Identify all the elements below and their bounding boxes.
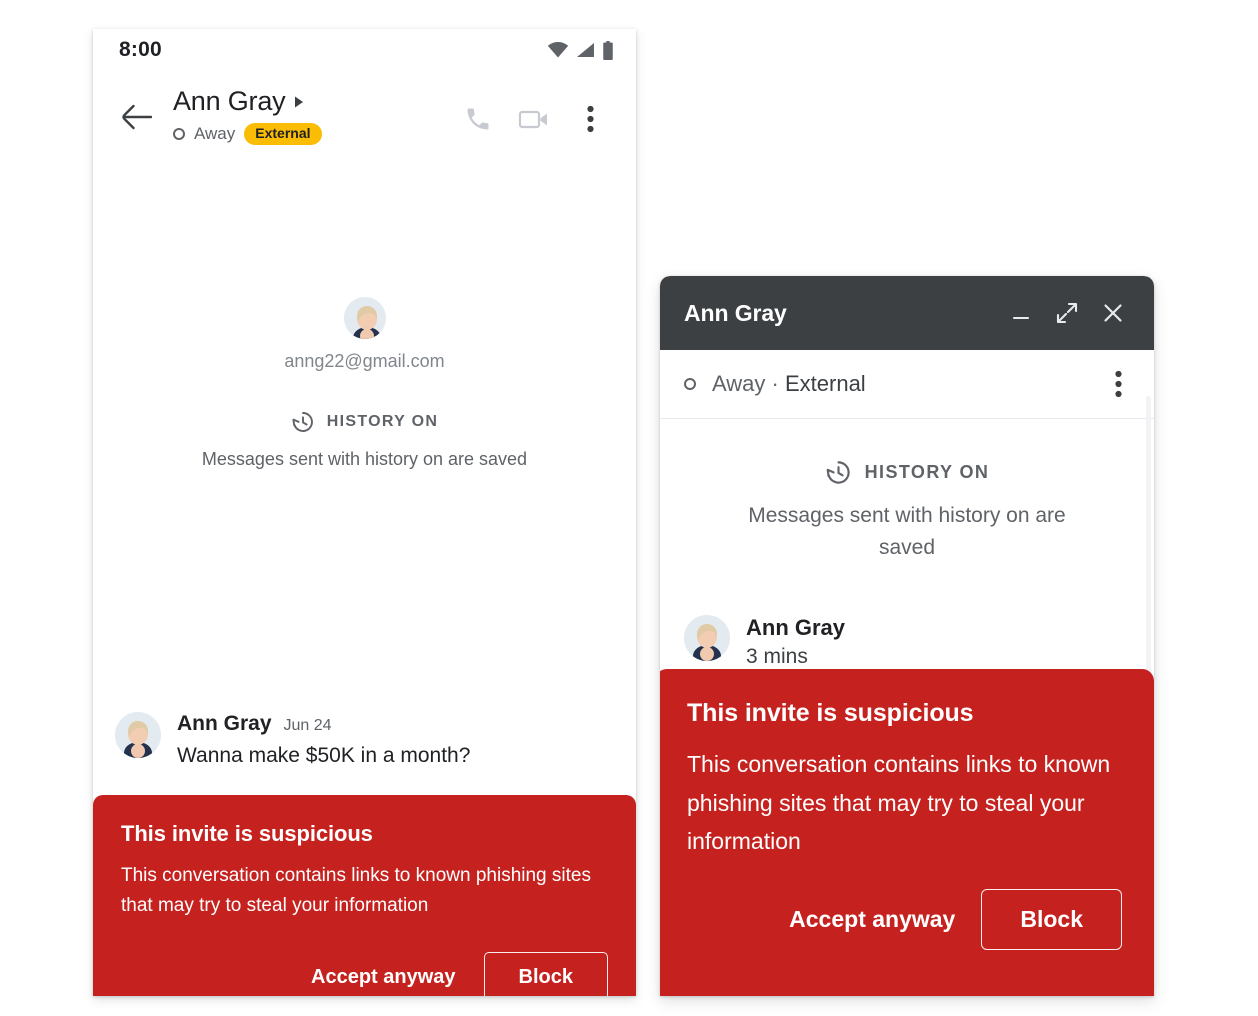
call-button[interactable] (454, 95, 502, 143)
close-button[interactable] (1092, 292, 1134, 334)
accept-anyway-button[interactable]: Accept anyway (307, 956, 460, 996)
minimize-icon (1012, 316, 1030, 320)
back-button[interactable] (115, 95, 159, 139)
away-circle-icon (684, 378, 696, 390)
mobile-header-actions (454, 85, 614, 143)
wifi-icon (547, 42, 569, 58)
avatar (684, 615, 730, 661)
window-title: Ann Gray (684, 299, 787, 326)
avatar (343, 297, 386, 340)
history-status-row: HISTORY ON (93, 410, 636, 434)
mobile-chat-panel: 8:00 Ann Gray Away External anng22@gmail… (93, 29, 636, 996)
avatar (115, 712, 161, 758)
block-button[interactable]: Block (981, 888, 1122, 950)
history-label: HISTORY ON (864, 462, 990, 482)
banner-title: This invite is suspicious (687, 699, 974, 727)
message-text: Wanna make $50K in a month? (177, 744, 471, 767)
mobile-conversation-intro: anng22@gmail.com HISTORY ON Messages sen… (93, 297, 636, 472)
caret-right-icon[interactable] (294, 95, 305, 109)
mobile-contact-block[interactable]: Ann Gray Away External (173, 85, 322, 146)
message-row: Ann Gray Jun 24 Wanna make $50K in a mon… (93, 712, 636, 768)
message-sender: Ann Gray (177, 712, 272, 735)
message-row: Ann Gray 3 mins (660, 615, 1154, 669)
back-arrow-icon (122, 104, 152, 130)
video-icon (518, 110, 547, 129)
call-icon (467, 108, 489, 130)
banner-title: This invite is suspicious (121, 821, 373, 846)
external-badge: External (784, 371, 866, 396)
mobile-header: Ann Gray Away External (93, 71, 636, 146)
block-button[interactable]: Block (483, 951, 608, 996)
away-circle-icon (173, 127, 185, 140)
desktop-titlebar: Ann Gray (660, 276, 1154, 350)
message-body: Ann Gray Jun 24 Wanna make $50K in a mon… (177, 712, 470, 768)
external-badge: External (244, 122, 322, 146)
mobile-contact-title-row: Ann Gray (173, 86, 322, 117)
history-sublabel: Messages sent with history on are saved (748, 504, 1066, 559)
desktop-presence-strip: Away · External (660, 350, 1154, 419)
close-x-icon (1104, 304, 1122, 322)
mobile-presence-row: Away External (173, 122, 322, 146)
contact-name: Ann Gray (173, 86, 286, 116)
expand-diagonal-icon (1056, 302, 1078, 324)
presence-separator: · (771, 371, 779, 396)
history-sublabel: Messages sent with history on are saved (201, 449, 528, 470)
presence-label: Away (712, 371, 766, 396)
battery-icon (603, 40, 613, 60)
video-call-button[interactable] (510, 95, 558, 143)
message-timestamp: Jun 24 (283, 717, 332, 734)
desktop-chat-window: Ann Gray Away · External HISTORY ON Mess… (660, 276, 1154, 996)
accept-anyway-button[interactable]: Accept anyway (785, 896, 959, 943)
history-clock-icon (826, 461, 850, 484)
overflow-menu-button[interactable] (1096, 362, 1140, 406)
history-label: HISTORY ON (326, 413, 439, 431)
message-timestamp: 3 mins (746, 645, 808, 668)
desktop-conversation-intro: HISTORY ON Messages sent with history on… (660, 459, 1154, 563)
avatar-photo (115, 712, 161, 758)
status-bar-icons (547, 40, 614, 60)
banner-body: This conversation contains links to know… (121, 865, 591, 917)
suspicious-invite-banner: This invite is suspicious This conversat… (660, 669, 1154, 996)
signal-icon (577, 42, 594, 58)
avatar-photo (343, 297, 386, 340)
banner-body: This conversation contains links to know… (687, 751, 1111, 855)
contact-email: anng22@gmail.com (284, 351, 445, 372)
status-bar: 8:00 (93, 29, 636, 71)
message-body: Ann Gray 3 mins (746, 615, 845, 669)
minimize-button[interactable] (1000, 292, 1042, 334)
history-clock-icon (292, 412, 313, 432)
overflow-menu-icon (586, 105, 594, 133)
avatar-photo (684, 615, 730, 661)
banner-actions: Accept anyway Block (687, 888, 1122, 950)
expand-button[interactable] (1046, 292, 1088, 334)
message-meta: Ann Gray Jun 24 (177, 712, 470, 736)
window-controls (1000, 292, 1134, 334)
suspicious-invite-banner: This invite is suspicious This conversat… (93, 795, 636, 996)
overflow-menu-button[interactable] (566, 95, 614, 143)
presence-status: Away · External (712, 371, 866, 397)
presence-label: Away (194, 123, 236, 143)
message-sender: Ann Gray (746, 615, 846, 640)
banner-actions: Accept anyway Block (121, 951, 608, 996)
history-status-row: HISTORY ON (660, 459, 1154, 486)
status-bar-clock: 8:00 (119, 38, 162, 61)
overflow-menu-icon (1114, 370, 1122, 398)
